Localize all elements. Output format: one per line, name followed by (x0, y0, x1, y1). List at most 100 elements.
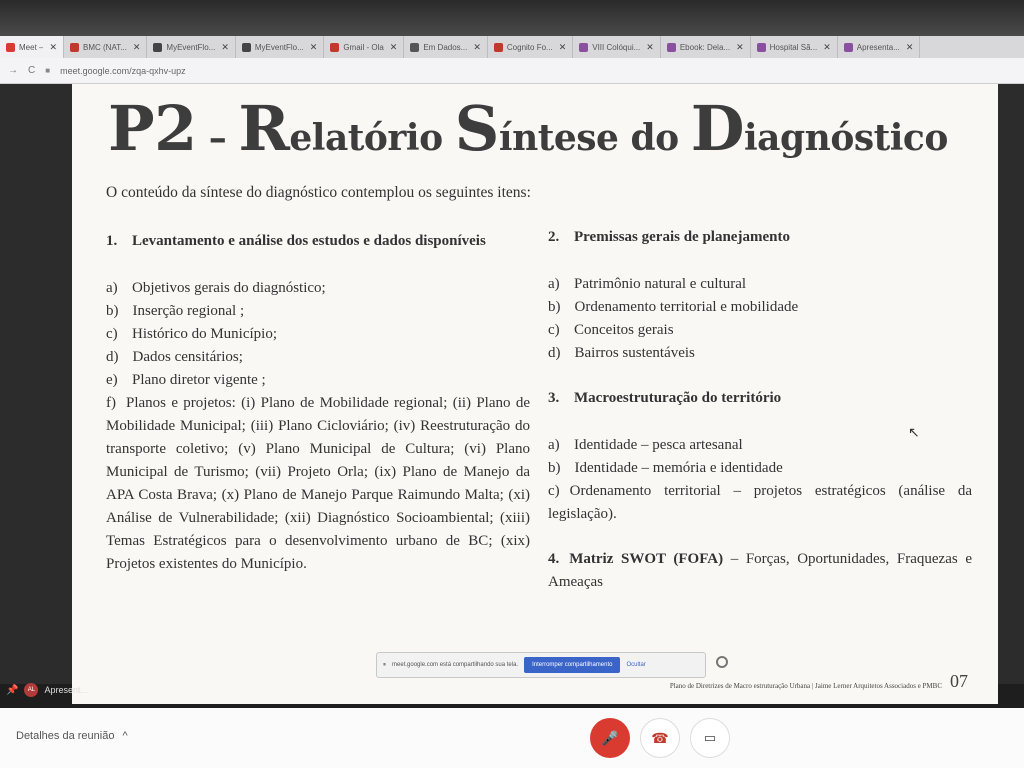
close-tab-icon[interactable]: ✕ (559, 42, 567, 53)
list-item: f) Planos e projetos: (i) Plano de Mobili… (106, 395, 530, 572)
title-part: íntese do (498, 117, 691, 159)
back-arrow-icon[interactable]: → (8, 65, 18, 76)
pin-icon[interactable]: 📌 (6, 685, 18, 696)
left-column: 1. Levantamento e análise dos estudos e … (106, 230, 530, 576)
globe-icon (241, 42, 251, 52)
footer-text: Plano de Diretrizes de Macro estruturaçã… (669, 682, 942, 690)
title-part: – (196, 117, 239, 159)
tab-label: Meet – (19, 42, 44, 52)
tab-label: Em Dados... (423, 42, 468, 52)
close-tab-icon[interactable]: ✕ (736, 42, 744, 53)
site-icon (666, 42, 676, 52)
tab-label: MyEventFlo... (166, 42, 216, 52)
close-tab-icon[interactable]: ✕ (473, 42, 481, 53)
browser-tab[interactable]: BMC (NAT... ✕ (64, 36, 148, 58)
screen-share-banner: ⏸ meet.google.com está compartilhando su… (376, 652, 706, 678)
lock-icon: ■ (45, 66, 51, 75)
phone-hangup-icon: ☎ (651, 729, 669, 746)
meeting-details-label: Detalhes da reunião (16, 730, 115, 742)
list-item: a) Patrimônio natural e cultural (548, 276, 747, 292)
list-item: c) Histórico do Município; (106, 326, 277, 342)
mic-off-icon: 🎤 (601, 729, 619, 746)
meeting-details-button[interactable]: Detalhes da reunião ^ (16, 730, 128, 742)
tab-label: Hospital Sã... (769, 42, 818, 52)
browser-tab[interactable]: Em Dados... ✕ (404, 36, 488, 58)
hang-up-button[interactable]: ☎ (640, 718, 680, 758)
close-tab-icon[interactable]: ✕ (49, 42, 57, 53)
cognito-icon (493, 42, 503, 52)
title-part: P2 (108, 92, 197, 165)
browser-tab[interactable]: MyEventFlo... ✕ (147, 36, 236, 58)
close-tab-icon[interactable]: ✕ (823, 42, 831, 53)
globe-icon (153, 42, 163, 52)
slide-intro: O conteúdo da síntese do diagnóstico con… (106, 184, 531, 201)
section-2-heading: 2. Premissas gerais de planejamento (548, 229, 790, 245)
browser-tab-strip: Meet – ✕ BMC (NAT... ✕ MyEventFlo... ✕ MyEvent… (0, 36, 1024, 58)
doc-icon (410, 42, 420, 52)
list-item: e) Plano diretor vigente ; (106, 372, 266, 388)
list-item: b) Identidade – memória e identidade (548, 460, 783, 476)
presenter-label: Apresent... (44, 685, 88, 695)
monitor-bezel (0, 0, 1024, 36)
mouse-cursor-icon: ↖ (908, 424, 920, 440)
list-item: d) Dados censitários; (106, 349, 243, 365)
share-status-icon (716, 656, 728, 668)
list-item: b) Inserção regional ; (106, 303, 245, 319)
section-2-list: a) Patrimônio natural e cultural b) Ordenam… (548, 273, 972, 365)
slide-footer: Plano de Diretrizes de Macro estruturaçã… (670, 672, 968, 690)
meet-icon (6, 42, 15, 52)
tab-label: MyEventFlo... (254, 42, 304, 52)
presenter-strip: 📌 AL Apresent... (0, 680, 88, 700)
title-part: D (690, 92, 745, 165)
browser-tab[interactable]: Gmail - Ola ✕ (324, 36, 405, 58)
right-column: 2. Premissas gerais de planejamento a) Pa… (548, 226, 972, 594)
section-4-heading: 4. Matriz SWOT (FOFA) – Forças, Oportunid… (548, 551, 972, 590)
title-part: S (454, 92, 500, 165)
title-part: iagnóstico (743, 117, 948, 159)
hide-banner-button[interactable]: Ocultar (626, 662, 645, 668)
tab-label: Gmail - Ola (343, 42, 384, 52)
close-tab-icon[interactable]: ✕ (646, 42, 654, 53)
title-part: elatório (289, 117, 455, 159)
browser-tab[interactable]: Ebook: Dela... ✕ (661, 36, 751, 58)
address-bar[interactable]: → C ■ meet.google.com/zqa-qxhv-upz (0, 58, 1024, 84)
browser-tab[interactable]: Hospital Sã... ✕ (751, 36, 838, 58)
camera-icon: ▭ (703, 730, 717, 745)
close-tab-icon[interactable]: ✕ (390, 42, 398, 53)
tab-label: BMC (NAT... (83, 42, 127, 52)
chevron-up-icon: ^ (122, 730, 128, 742)
avatar: AL (24, 683, 39, 697)
mic-off-button[interactable]: 🎤 (590, 718, 630, 758)
section-1-list: a) Objetivos gerais do diagnóstico; b) Inse… (106, 277, 530, 392)
tab-label: Cognito Fo... (506, 42, 553, 52)
tab-label: VIII Colóqui... (592, 42, 641, 52)
close-tab-icon[interactable]: ✕ (133, 42, 141, 53)
site-icon (579, 42, 589, 52)
close-tab-icon[interactable]: ✕ (310, 42, 318, 53)
share-message: meet.google.com está compartilhando sua … (392, 662, 519, 668)
browser-tab[interactable]: VIII Colóqui... ✕ (573, 36, 661, 58)
share-icon: ⏸ (383, 661, 387, 668)
list-item: c) Conceitos gerais (548, 322, 674, 338)
stop-sharing-button[interactable]: Interromper compartilhamento (524, 657, 621, 673)
presentation-stage: P2 – Relatório Síntese do Diagnóstico O … (0, 84, 1024, 704)
section-1-heading: 1. Levantamento e análise dos estudos e … (106, 233, 486, 249)
browser-tab[interactable]: MyEventFlo... ✕ (236, 36, 325, 58)
close-tab-icon[interactable]: ✕ (221, 42, 229, 53)
site-icon (843, 42, 853, 52)
url-text[interactable]: meet.google.com/zqa-qxhv-upz (60, 66, 186, 76)
browser-tab[interactable]: Apresenta... ✕ (838, 36, 921, 58)
list-item: c) Ordenamento territorial – projetos est… (548, 483, 972, 522)
section-3-heading: 3. Macroestruturação do território (548, 390, 782, 406)
site-icon (756, 42, 766, 52)
camera-button[interactable]: ▭ (690, 718, 730, 758)
browser-tab[interactable]: Cognito Fo... ✕ (488, 36, 574, 58)
reload-icon[interactable]: C (28, 65, 35, 76)
close-tab-icon[interactable]: ✕ (906, 42, 914, 53)
title-part: R (238, 92, 290, 165)
list-item: a) Objetivos gerais do diagnóstico; (106, 280, 326, 296)
browser-tab[interactable]: Meet – ✕ (0, 36, 65, 58)
list-item: d) Bairros sustentáveis (548, 345, 695, 361)
list-item: b) Ordenamento territorial e mobilidade (548, 299, 799, 315)
tab-label: Ebook: Dela... (679, 42, 731, 52)
